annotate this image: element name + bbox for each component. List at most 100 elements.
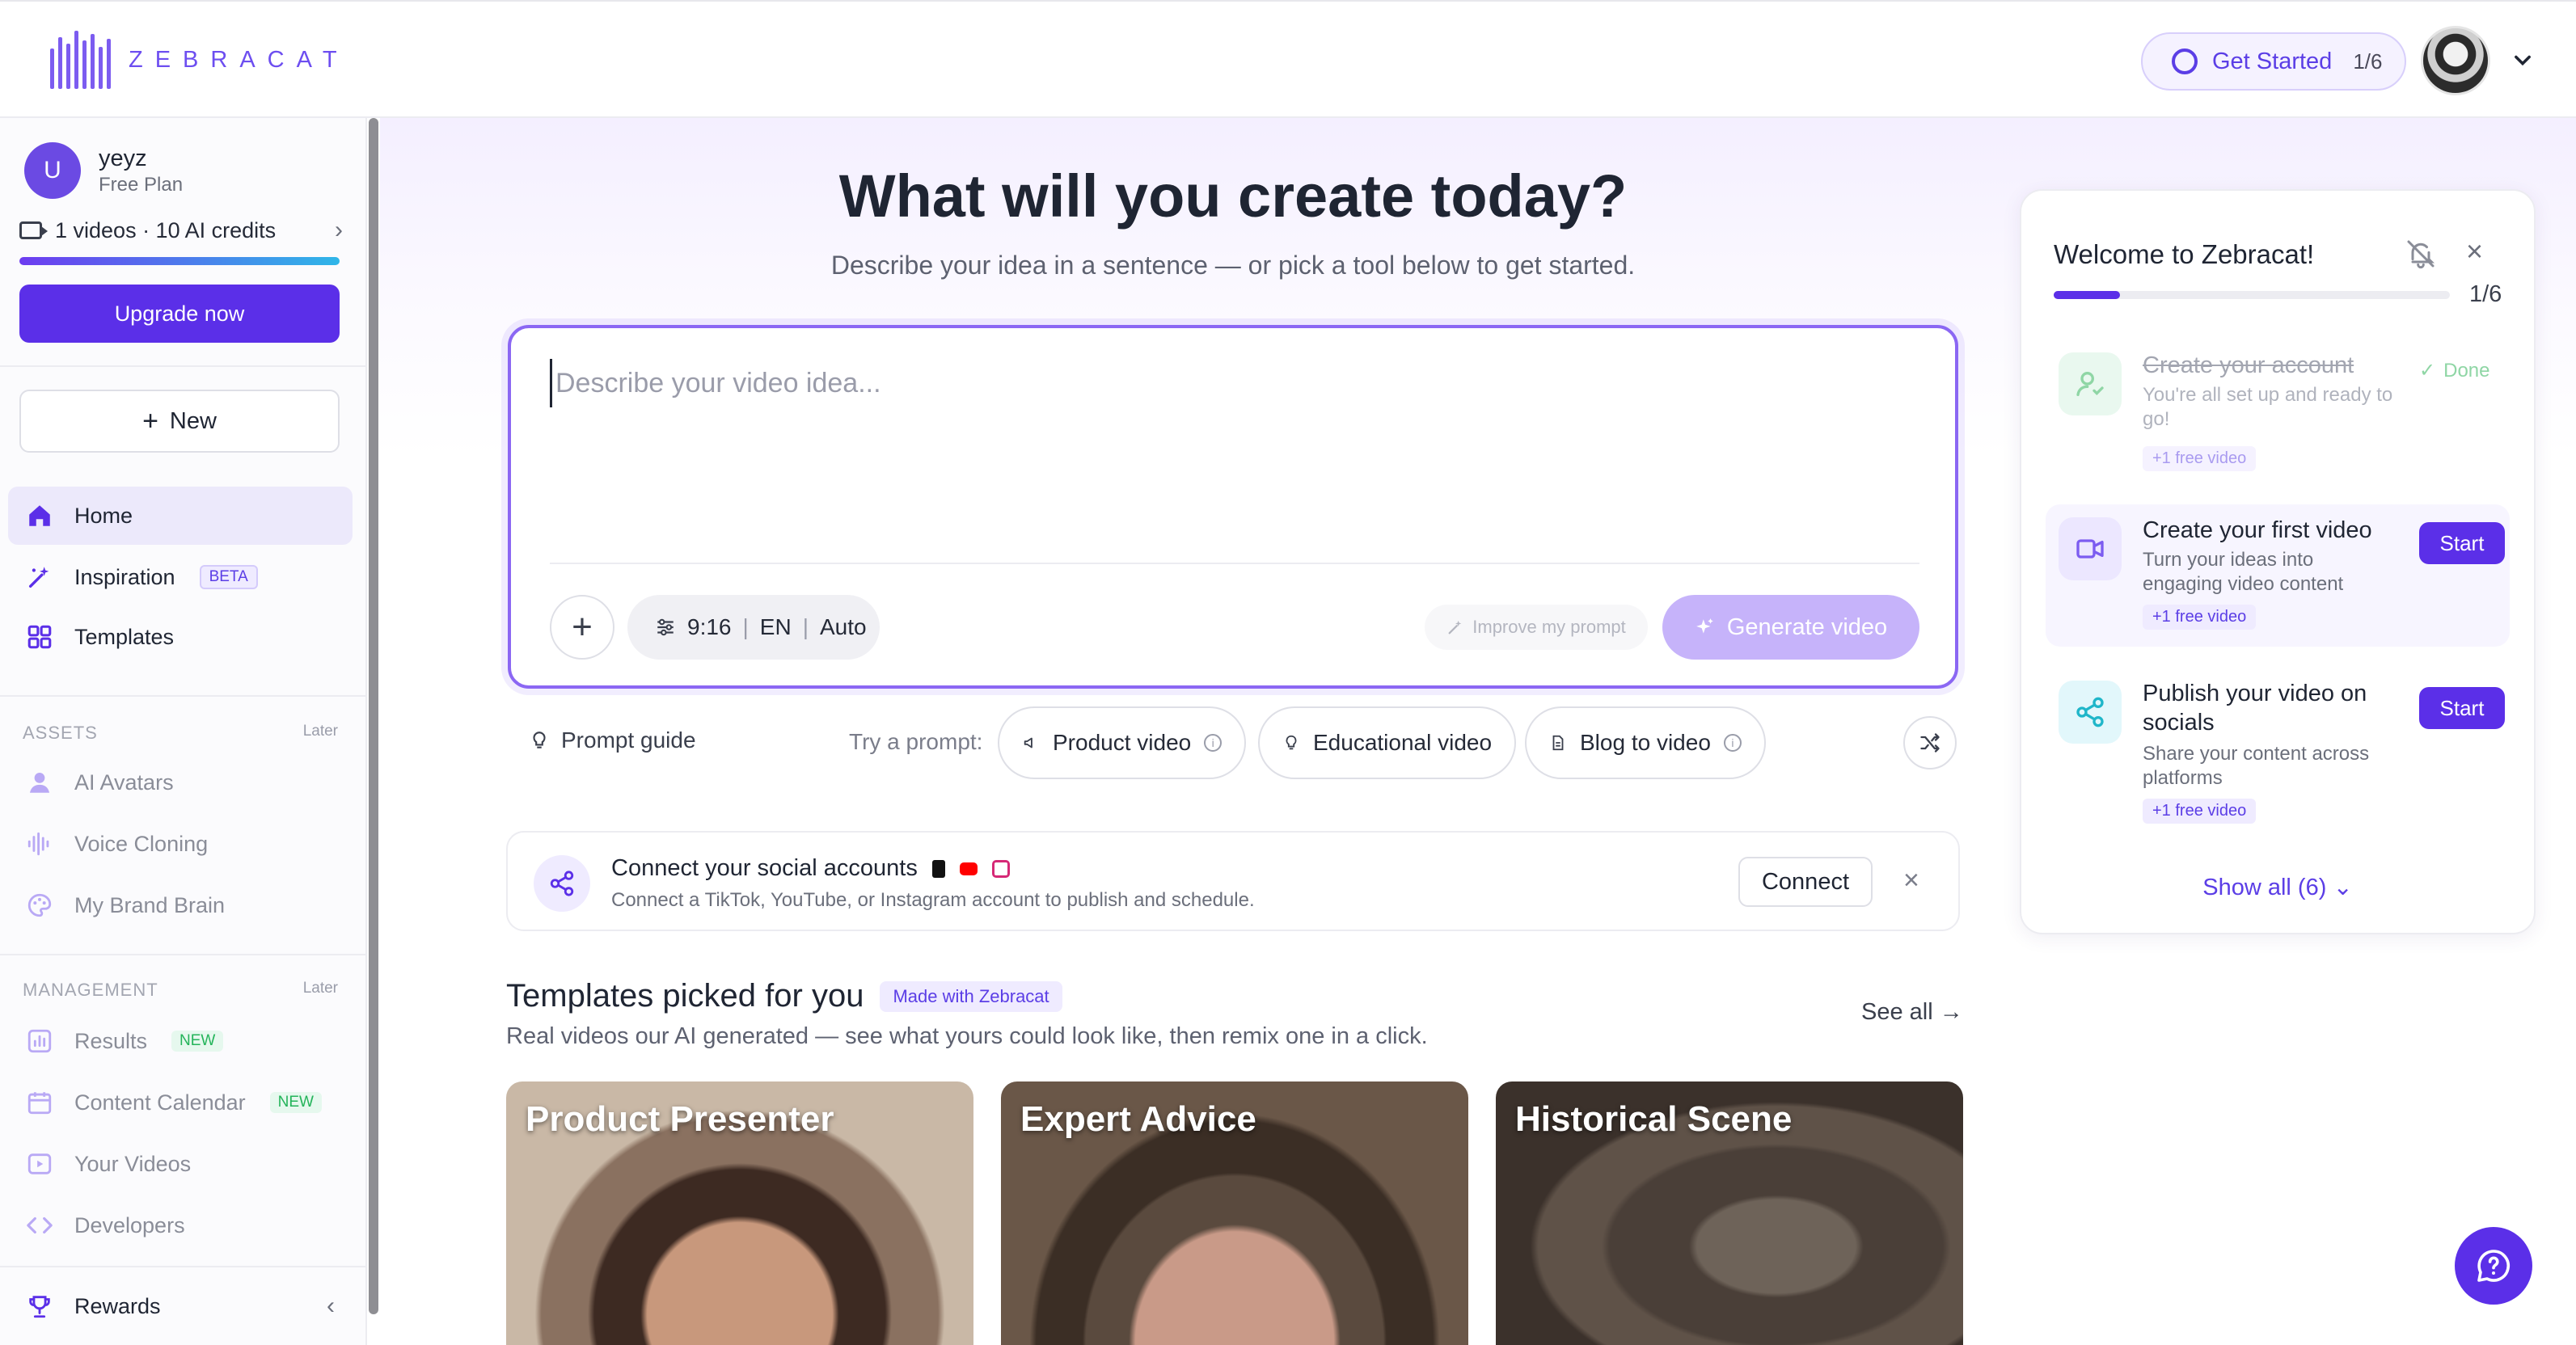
sidebar-item-content-calendar[interactable]: Content Calendar NEW [8, 1073, 353, 1132]
top-bar: ZEBRACAT Get Started 1/6 [0, 0, 2576, 118]
connect-title: Connect your social accounts [611, 855, 1010, 882]
sidebar-item-inspiration[interactable]: Inspiration BETA [8, 548, 353, 606]
prompt-guide-label: Prompt guide [561, 727, 696, 753]
sidebar-item-results[interactable]: Results NEW [8, 1012, 353, 1070]
user-profile[interactable]: U yeyz Free Plan [24, 142, 183, 199]
shuffle-prompts-button[interactable] [1903, 716, 1957, 769]
share-icon [2059, 681, 2122, 744]
sparkle-wand-icon [28, 567, 49, 588]
see-all-link[interactable]: See all → [1861, 999, 1963, 1026]
collapse-sidebar-icon[interactable]: ‹ [327, 1292, 335, 1320]
prompt-guide-link[interactable]: Prompt guide [529, 727, 696, 753]
sidebar-item-label: AI Avatars [74, 769, 174, 795]
upgrade-button[interactable]: Upgrade now [19, 285, 340, 343]
megaphone-icon [1024, 737, 1033, 748]
chip-blog-to-video[interactable]: Blog to video i [1525, 706, 1766, 779]
template-card-historical-scene[interactable]: Historical Scene [1496, 1081, 1963, 1345]
sidebar-item-my-brand-brain[interactable]: My Brand Brain [8, 876, 353, 934]
sidebar-item-developers[interactable]: Developers [8, 1196, 353, 1254]
divider [0, 954, 367, 955]
beta-badge: BETA [199, 565, 258, 589]
welcome-checklist-panel: Welcome to Zebracat! × 1/6 Create your a… [2020, 189, 2536, 934]
close-icon[interactable]: × [1903, 865, 1919, 896]
sidebar-item-label: Rewards [74, 1293, 161, 1318]
prompt-input[interactable] [550, 359, 1916, 407]
palette-icon [27, 893, 52, 917]
start-create-video-button[interactable]: Start [2419, 522, 2505, 564]
progress-ring-icon [2172, 48, 2198, 74]
chevron-down-icon[interactable] [2511, 48, 2534, 71]
plus-icon: + [572, 607, 593, 647]
sidebar-scrollbar[interactable] [369, 118, 378, 1314]
templates-title: Templates picked for you [506, 978, 864, 1014]
generate-video-button[interactable]: Generate video [1662, 595, 1919, 660]
start-publish-button[interactable]: Start [2419, 687, 2505, 729]
template-card-expert-advice[interactable]: Expert Advice [1001, 1081, 1468, 1345]
avatar: U [24, 142, 81, 199]
sidebar-item-voice-cloning[interactable]: Voice Cloning [8, 815, 353, 873]
sidebar-item-rewards[interactable]: Rewards ‹ [8, 1277, 353, 1335]
try-prompt-label: Try a prompt: [849, 729, 983, 754]
templates-heading: Templates picked for you Made with Zebra… [506, 978, 1062, 1014]
help-icon [2477, 1250, 2511, 1282]
task-create-account: Create your account You're all set up an… [2046, 339, 2510, 493]
bell-off-icon[interactable] [2405, 238, 2437, 270]
instagram-icon [991, 859, 1010, 878]
chip-product-video[interactable]: Product video i [998, 706, 1247, 779]
new-label: New [169, 407, 217, 434]
sidebar-item-label: Home [74, 503, 133, 528]
connect-social-card: Connect your social accounts Connect a T… [506, 831, 1960, 931]
sidebar-item-ai-avatars[interactable]: AI Avatars [8, 753, 353, 812]
youtube-icon [959, 862, 978, 875]
chevron-down-icon: ⌄ [2333, 875, 2353, 900]
free-video-badge: +1 free video [2143, 446, 2257, 471]
section-title: MANAGEMENT [23, 980, 158, 1000]
improve-prompt-label: Improve my prompt [1472, 617, 1626, 637]
prompt-box: + 9:16 | EN | Auto Improve my prompt Gen… [508, 325, 1958, 689]
template-card-product-presenter[interactable]: Product Presenter [506, 1081, 973, 1345]
connect-button[interactable]: Connect [1738, 857, 1873, 907]
template-card-label: Historical Scene [1515, 1099, 1793, 1139]
new-badge: NEW [171, 1031, 224, 1052]
see-all-label: See all [1861, 999, 1933, 1025]
language-value: EN [759, 614, 792, 639]
sidebar-item-label: Content Calendar [74, 1090, 246, 1115]
video-settings-button[interactable]: 9:16 | EN | Auto [627, 595, 880, 660]
improve-prompt-button[interactable]: Improve my prompt [1425, 605, 1648, 650]
chip-educational-video[interactable]: Educational video [1258, 706, 1517, 779]
user-name: yeyz [99, 145, 147, 171]
show-all-link[interactable]: Show all (6) ⌄ [2021, 873, 2534, 901]
plus-icon: + [142, 405, 158, 436]
sidebar-item-label: My Brand Brain [74, 892, 226, 917]
credits-text: 1 videos · 10 AI credits [55, 217, 277, 242]
welcome-title: Welcome to Zebracat! [2054, 239, 2315, 269]
connect-title-text: Connect your social accounts [611, 855, 918, 881]
get-started-button[interactable]: Get Started 1/6 [2141, 32, 2406, 91]
new-button[interactable]: + New [19, 390, 340, 453]
zebracat-logo[interactable]: ZEBRACAT [50, 31, 349, 89]
task-title: Publish your video on socials [2143, 681, 2367, 736]
sidebar-item-home[interactable]: Home [8, 487, 353, 545]
done-status: ✓ Done [2419, 359, 2489, 382]
info-icon[interactable]: i [1204, 734, 1223, 752]
sidebar-item-templates[interactable]: Templates [8, 608, 353, 666]
sidebar-item-label: Your Videos [74, 1151, 192, 1176]
sliders-icon [657, 618, 674, 636]
close-icon[interactable]: × [2466, 234, 2483, 268]
connect-subtitle: Connect a TikTok, YouTube, or Instagram … [611, 889, 1255, 911]
help-button[interactable] [2455, 1227, 2532, 1305]
done-label: Done [2443, 359, 2490, 382]
user-avatar-top[interactable] [2421, 26, 2490, 95]
credits-row[interactable]: 1 videos · 10 AI credits › [19, 217, 343, 244]
page-title: What will you create today? [838, 162, 1628, 230]
video-icon [27, 1153, 52, 1174]
divider [0, 1266, 367, 1267]
sidebar-item-your-videos[interactable]: Your Videos [8, 1135, 353, 1193]
later-label: Later [302, 723, 338, 740]
home-icon [29, 505, 50, 526]
template-card-label: Expert Advice [1020, 1099, 1256, 1139]
task-description: Turn your ideas into engaging video cont… [2143, 549, 2344, 595]
add-attachment-button[interactable]: + [550, 595, 614, 660]
info-icon[interactable]: i [1723, 734, 1742, 752]
divider [550, 563, 1919, 564]
